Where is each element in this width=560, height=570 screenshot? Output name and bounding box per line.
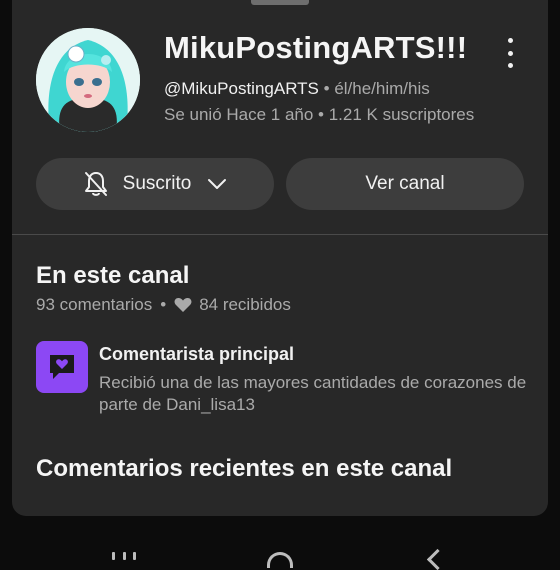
badge-title: Comentarista principal	[99, 344, 295, 364]
section-divider	[12, 234, 548, 235]
recents-icon[interactable]	[112, 552, 136, 560]
comments-count: 93 comentarios	[36, 295, 153, 314]
badge-description: Recibió una de las mayores cantidades de…	[99, 373, 527, 414]
hearts-count: 84 recibidos	[199, 295, 291, 314]
view-channel-button[interactable]: Ver canal	[286, 158, 524, 210]
back-icon[interactable]	[426, 548, 449, 570]
stats-separator: •	[160, 295, 167, 314]
recent-comments-title: Comentarios recientes en este canal	[36, 455, 453, 482]
bell-off-icon	[83, 170, 109, 198]
chevron-down-icon	[207, 178, 227, 190]
channel-pronouns: él/he/him/his	[334, 79, 430, 98]
on-channel-stats: 93 comentarios • 84 recibidos	[36, 295, 291, 315]
on-channel-title: En este canal	[36, 262, 190, 289]
subscribed-label: Suscrito	[122, 173, 192, 194]
channel-meta: Se unió Hace 1 año • 1.21 K suscriptores	[164, 105, 475, 124]
drag-handle[interactable]	[251, 0, 309, 5]
heart-message-icon	[36, 341, 88, 393]
pronoun-separator: •	[323, 79, 330, 98]
more-vert-icon[interactable]	[500, 38, 520, 68]
subscribed-button[interactable]: Suscrito	[36, 158, 274, 210]
system-navigation-bar	[0, 516, 560, 570]
heart-icon	[174, 297, 192, 313]
avatar-illustration	[36, 28, 140, 132]
channel-title: MikuPostingARTS!!!	[164, 30, 468, 65]
channel-avatar[interactable]	[36, 28, 140, 132]
home-icon[interactable]	[267, 552, 293, 568]
channel-handle-row: @MikuPostingARTS • él/he/him/his	[164, 79, 430, 99]
channel-bottom-sheet: MikuPostingARTS!!! @MikuPostingARTS • él…	[12, 0, 548, 516]
channel-handle: @MikuPostingARTS	[164, 79, 319, 98]
view-channel-label: Ver canal	[365, 173, 445, 194]
